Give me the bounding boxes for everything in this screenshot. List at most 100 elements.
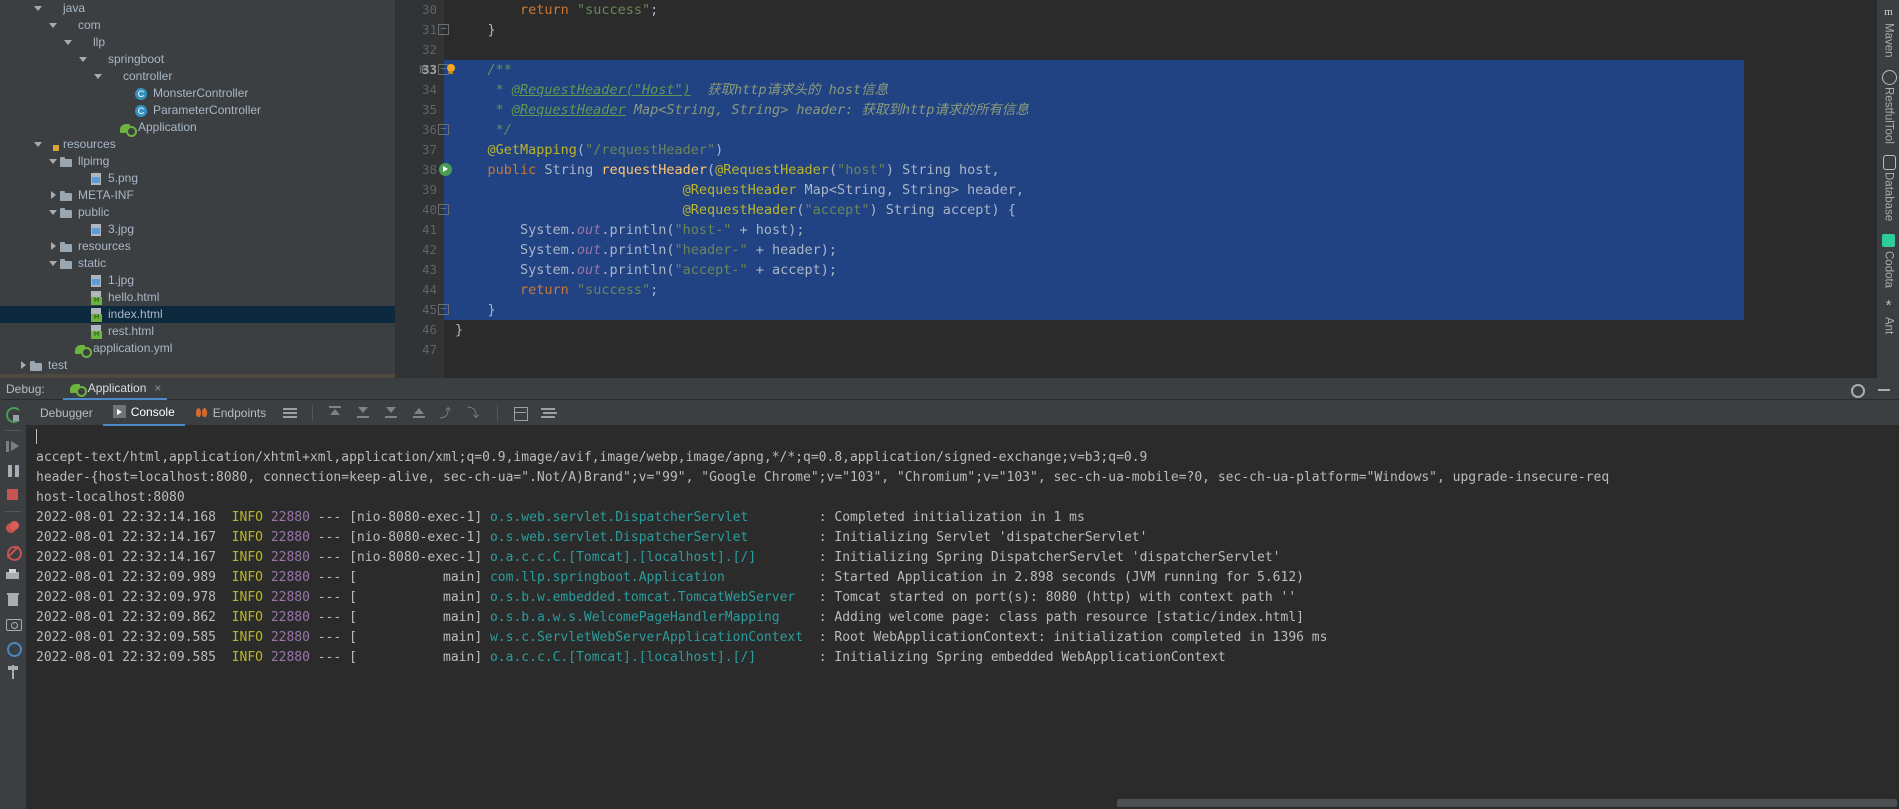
code-line[interactable]: 37 @GetMapping("/requestHeader") xyxy=(395,140,1899,160)
chevron-down-icon[interactable] xyxy=(78,54,89,65)
code-line[interactable]: 43 System.out.println("accept-" + accept… xyxy=(395,260,1899,280)
code-line[interactable]: 42 System.out.println("header-" + header… xyxy=(395,240,1899,260)
code-line[interactable]: 47 xyxy=(395,340,1899,360)
code-line[interactable]: 40– @RequestHeader("accept") String acce… xyxy=(395,200,1899,220)
tree-node-application[interactable]: Application xyxy=(0,119,395,137)
print-icon[interactable] xyxy=(5,568,21,584)
mute-breakpoints-icon[interactable] xyxy=(5,544,22,561)
chevron-right-icon[interactable] xyxy=(18,360,29,371)
chevron-down-icon[interactable] xyxy=(33,139,44,150)
settings-icon[interactable] xyxy=(5,640,22,657)
tree-node-resources[interactable]: resources xyxy=(0,238,395,255)
tree-node-resources[interactable]: resources xyxy=(0,136,395,153)
chevron-right-icon[interactable] xyxy=(48,190,59,201)
chevron-down-icon[interactable] xyxy=(48,258,59,269)
close-icon[interactable]: × xyxy=(154,381,161,395)
tree-node-index-html[interactable]: index.html xyxy=(0,306,395,323)
code-line[interactable]: 32 xyxy=(395,40,1899,60)
tree-node-1-jpg[interactable]: 1.jpg xyxy=(0,272,395,289)
code-line[interactable]: 39 @RequestHeader Map<String, String> he… xyxy=(395,180,1899,200)
tree-node-5-png[interactable]: 5.png xyxy=(0,170,395,187)
chevron-down-icon[interactable] xyxy=(63,37,74,48)
tree-node-rest-html[interactable]: rest.html xyxy=(0,323,395,340)
table-icon[interactable] xyxy=(512,405,529,421)
delete-icon[interactable] xyxy=(5,592,21,608)
stop-icon[interactable] xyxy=(5,487,21,503)
tree-node-public[interactable]: public xyxy=(0,204,395,221)
chevron-right-icon[interactable] xyxy=(48,241,59,252)
scroll-down-icon[interactable] xyxy=(355,405,371,421)
fold-toggle-icon[interactable]: – xyxy=(438,124,449,135)
tree-node-springboot[interactable]: springboot xyxy=(0,51,395,68)
tool-window-button-codota[interactable]: Codota xyxy=(1877,228,1899,294)
code-line[interactable]: 36– */ xyxy=(395,120,1899,140)
tree-node-static[interactable]: static xyxy=(0,255,395,272)
code-line[interactable]: 41 System.out.println("host-" + host); xyxy=(395,220,1899,240)
debug-toolbar[interactable]: Debugger Console Endpoints ⤴ ⤵ xyxy=(26,400,1899,426)
tool-window-button-ant[interactable]: Ant xyxy=(1877,294,1899,340)
code-line[interactable]: 30 return "success"; xyxy=(395,0,1899,20)
minimize-icon[interactable] xyxy=(1877,382,1891,396)
code-line[interactable]: 45– } xyxy=(395,300,1899,320)
scroll-to-end-icon[interactable] xyxy=(383,405,399,421)
tree-node-monstercontroller[interactable]: MonsterController xyxy=(0,85,395,102)
code-line[interactable]: 44 return "success"; xyxy=(395,280,1899,300)
project-tree-panel[interactable]: java com llpspringboot controller MonsterCon… xyxy=(0,0,395,378)
tree-node-com[interactable]: com xyxy=(0,17,395,34)
chevron-down-icon[interactable] xyxy=(48,20,59,31)
chevron-down-icon[interactable] xyxy=(93,71,104,82)
pause-program-icon[interactable] xyxy=(5,463,21,479)
tree-node-3-jpg[interactable]: 3.jpg xyxy=(0,221,395,238)
print-icon[interactable]: ⤴ xyxy=(439,405,455,421)
scroll-to-top-icon[interactable] xyxy=(411,405,427,421)
code-line[interactable]: 34 * @RequestHeader("Host") 获取http请求头的 h… xyxy=(395,80,1899,100)
debug-actions-bar[interactable] xyxy=(0,400,26,809)
wrap-icon[interactable] xyxy=(540,405,556,421)
code-text: System.out.println("accept-" + accept); xyxy=(455,262,838,278)
tree-node-llp[interactable]: llp xyxy=(0,34,395,51)
tool-window-button-restfultool[interactable]: RestfulTool xyxy=(1877,64,1899,150)
tree-node-hello-html[interactable]: hello.html xyxy=(0,289,395,306)
clear-icon[interactable]: ⤵ xyxy=(467,405,483,421)
code-line[interactable]: 33– ⊫ /** xyxy=(395,60,1899,80)
run-endpoint-icon[interactable] xyxy=(439,163,452,176)
code-editor[interactable]: 30 return "success"; 31– } 32 33– ⊫ /** 34 * … xyxy=(395,0,1899,378)
tool-window-label: Database xyxy=(1882,172,1895,222)
pin-icon[interactable] xyxy=(5,664,21,680)
tree-node-meta-inf[interactable]: META-INF xyxy=(0,187,395,204)
tab-debugger[interactable]: Debugger xyxy=(30,400,103,426)
code-line[interactable]: 31– } xyxy=(395,20,1899,40)
code-line[interactable]: 35 * @RequestHeader Map<String, String> … xyxy=(395,100,1899,120)
right-tool-strip[interactable]: m Maven RestfulTool Database Codota Ant xyxy=(1876,0,1899,378)
screenshot-icon[interactable] xyxy=(5,616,22,632)
tab-endpoints[interactable]: Endpoints xyxy=(185,400,276,426)
debug-run-config-tab[interactable]: Application × xyxy=(62,378,168,400)
tree-node-test[interactable]: test xyxy=(0,357,395,374)
tree-node-application-yml[interactable]: application.yml xyxy=(0,340,395,358)
tab-console[interactable]: Console xyxy=(102,400,185,426)
chevron-down-icon[interactable] xyxy=(33,3,44,14)
console-output[interactable]: accept-text/html,application/xhtml+xml,a… xyxy=(26,426,1899,809)
tool-window-button-maven[interactable]: m Maven xyxy=(1877,0,1899,64)
code-line[interactable]: 38 public String requestHeader(@RequestH… xyxy=(395,160,1899,180)
chevron-down-icon[interactable] xyxy=(48,207,59,218)
code-line[interactable]: 46} xyxy=(395,320,1899,340)
fold-toggle-icon[interactable]: – xyxy=(438,304,449,315)
fold-toggle-icon[interactable]: – xyxy=(438,204,449,215)
tool-window-button-database[interactable]: Database xyxy=(1877,149,1899,227)
console-scrollbar-thumb[interactable] xyxy=(1117,799,1897,807)
soft-wrap-up-icon[interactable] xyxy=(327,405,343,421)
view-breakpoints-icon[interactable] xyxy=(5,520,21,536)
resume-program-icon[interactable] xyxy=(5,439,21,455)
console-scrollbar-track[interactable] xyxy=(26,799,1899,809)
tree-node-llpimg[interactable]: llpimg xyxy=(0,153,395,170)
fold-toggle-icon[interactable]: – xyxy=(438,24,449,35)
gear-icon[interactable] xyxy=(1849,382,1865,398)
tree-node-java[interactable]: java xyxy=(0,0,395,17)
tree-node-parametercontroller[interactable]: ParameterController xyxy=(0,102,395,119)
tree-node-controller[interactable]: controller xyxy=(0,68,395,85)
rerun-icon[interactable] xyxy=(5,406,22,423)
lines-icon[interactable] xyxy=(282,405,298,421)
editor-code-lines[interactable]: 30 return "success"; 31– } 32 33– ⊫ /** 34 * … xyxy=(395,0,1899,360)
chevron-down-icon[interactable] xyxy=(48,156,59,167)
